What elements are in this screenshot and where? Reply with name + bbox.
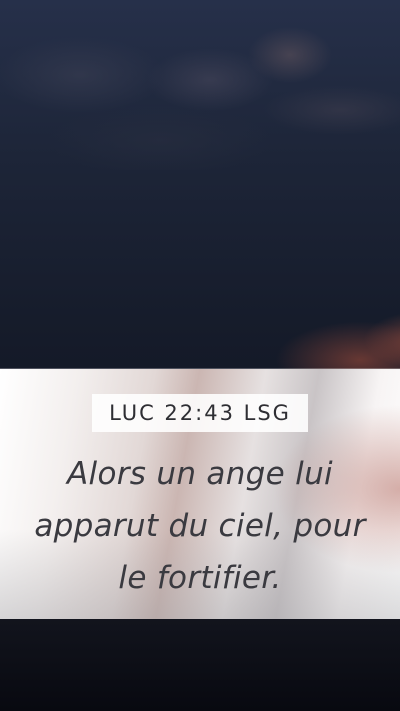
bible-verse-wallpaper: LUC 22:43 LSG Alors un ange lui apparut … (0, 0, 400, 711)
cloud-background (0, 0, 400, 170)
verse-reference-label: LUC 22:43 LSG (92, 394, 308, 432)
bottom-dark-area (0, 619, 400, 711)
verse-text: Alors un ange lui apparut du ciel, pour … (34, 456, 366, 596)
